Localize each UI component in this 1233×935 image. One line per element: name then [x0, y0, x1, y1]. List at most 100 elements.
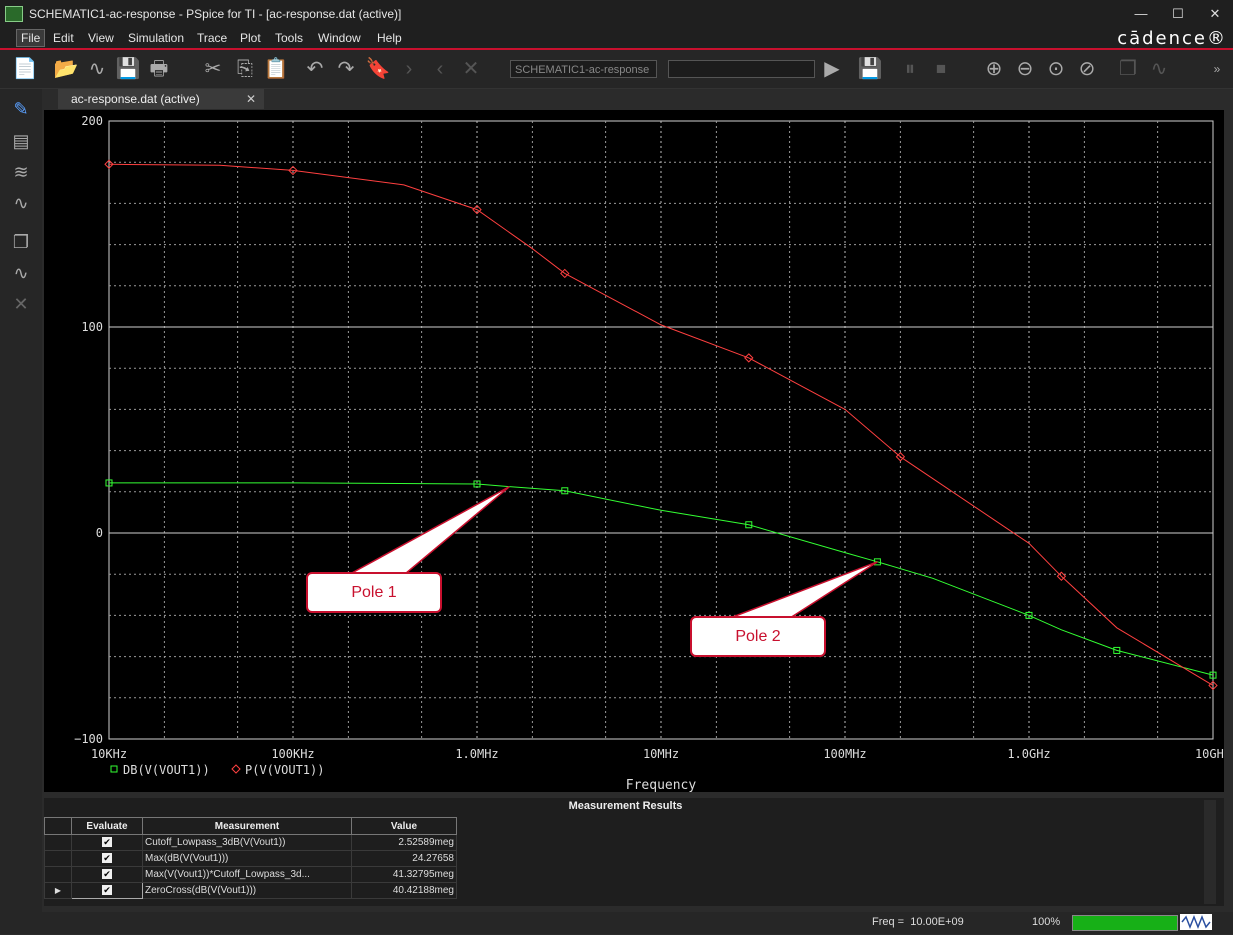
app-icon — [5, 6, 23, 22]
tab-ac-response[interactable]: ac-response.dat (active) ✕ — [58, 89, 264, 109]
status-bar: Freq = 10.00E+09 100% — [0, 912, 1233, 934]
x-tick-label: 100KHz — [271, 747, 314, 761]
column-header-blank — [456, 817, 1206, 835]
save-results-icon[interactable]: 💾 — [857, 56, 883, 82]
x-tick-label: 1.0GHz — [1007, 747, 1050, 761]
new-file-icon[interactable]: 📄 — [12, 56, 38, 82]
cursor-icon[interactable]: ∿ — [8, 263, 34, 289]
menu-trace[interactable]: Trace — [197, 31, 227, 45]
table-row[interactable]: ✔ Max(V(Vout1))*Cutoff_Lowpass_3d... 41.… — [44, 866, 1206, 883]
simulation-profile-field[interactable]: SCHEMATIC1-ac-response — [510, 60, 657, 78]
menu-tools[interactable]: Tools — [275, 31, 303, 45]
y-tick-label: 100 — [81, 320, 103, 334]
measurement-scrollbar[interactable] — [1204, 800, 1216, 904]
zoom-fit-icon[interactable]: ⊙ — [1043, 56, 1069, 82]
freq-label: Freq = — [872, 916, 905, 928]
tab-label: ac-response.dat (active) — [71, 92, 200, 106]
copy-window-icon[interactable]: ❐ — [1115, 56, 1141, 82]
x-tick-label: 10KHz — [91, 747, 127, 761]
measurement-table: Evaluate Measurement Value ✔ Cutoff_Lowp… — [44, 817, 1206, 899]
cut-icon[interactable]: ✂ — [200, 56, 226, 82]
open-folder-icon[interactable]: 📂 — [53, 56, 79, 82]
x-tick-label: 1.0MHz — [455, 747, 498, 761]
stop-icon[interactable]: ⏹ — [928, 56, 954, 82]
menu-file[interactable]: File — [16, 29, 46, 47]
delete-trace-icon[interactable]: ✕ — [8, 294, 34, 320]
window-title: SCHEMATIC1-ac-response - PSpice for TI -… — [29, 7, 402, 21]
windows-icon[interactable]: ❐ — [8, 232, 34, 258]
measurement-icon[interactable]: ∿ — [8, 193, 34, 219]
pause-icon[interactable]: ⏸ — [897, 56, 923, 82]
waveform-toggle-icon[interactable] — [1180, 914, 1212, 930]
menu-help[interactable]: Help — [377, 31, 402, 45]
measurement-cell[interactable]: Max(dB(V(Vout1))) — [142, 850, 352, 867]
x-tick-label: 10MHz — [643, 747, 679, 761]
prev-bookmark-icon[interactable]: ‹ — [427, 56, 453, 82]
value-cell: 41.32795meg — [351, 866, 457, 883]
measurement-cell[interactable]: Cutoff_Lowpass_3dB(V(Vout1)) — [142, 834, 352, 851]
simulation-messages-icon[interactable]: ≋ — [8, 162, 34, 188]
y-tick-label: 0 — [96, 526, 103, 540]
tab-close-icon[interactable]: ✕ — [246, 89, 256, 109]
pole-1-callout: Pole 1 — [306, 572, 442, 613]
paste-icon[interactable]: 📋 — [263, 56, 289, 82]
table-row[interactable]: ✔ Max(dB(V(Vout1))) 24.27658 — [44, 850, 1206, 867]
evaluate-checkbox[interactable]: ✔ — [102, 869, 112, 879]
open-waveform-icon[interactable]: ∿ — [84, 56, 110, 82]
simulation-progress-bar — [1072, 915, 1178, 931]
minimize-button[interactable]: — — [1126, 4, 1156, 24]
menu-window[interactable]: Window — [318, 31, 361, 45]
x-axis-label: Frequency — [626, 778, 697, 792]
pole-2-pointer — [729, 561, 878, 619]
bookmark-icon[interactable]: 🔖 — [365, 56, 391, 82]
maximize-button[interactable]: ☐ — [1163, 4, 1193, 24]
run-icon[interactable]: ▶ — [819, 56, 845, 82]
measurement-cell[interactable]: Max(V(Vout1))*Cutoff_Lowpass_3d... — [142, 866, 352, 883]
zoom-area-icon[interactable]: ⊘ — [1074, 56, 1100, 82]
menu-view[interactable]: View — [88, 31, 114, 45]
save-icon[interactable]: 💾 — [115, 56, 141, 82]
column-header-evaluate[interactable]: Evaluate — [71, 817, 143, 835]
simulation-progress-field — [668, 60, 815, 78]
add-plot-icon[interactable]: ∿ — [1146, 56, 1172, 82]
column-header-measurement[interactable]: Measurement — [142, 817, 352, 835]
undo-icon[interactable]: ↶ — [302, 56, 328, 82]
table-row[interactable]: ▶ ✔ ZeroCross(dB(V(Vout1))) 40.42188meg — [44, 882, 1206, 899]
plot-window[interactable]: 200 100 0 −100 10KHz 100KHz 1.0MHz 10MHz 100MHz 1… — [44, 110, 1231, 793]
measurement-cell[interactable]: ZeroCross(dB(V(Vout1))) — [142, 882, 352, 899]
row-selector[interactable] — [44, 850, 72, 867]
toolbar-overflow-icon[interactable]: » — [1204, 56, 1230, 82]
print-icon[interactable]: 🖶 — [146, 56, 172, 82]
clear-bookmarks-icon[interactable]: ✕ — [458, 56, 484, 82]
current-row-arrow-icon[interactable]: ▶ — [44, 882, 72, 899]
zoom-in-icon[interactable]: ⊕ — [981, 56, 1007, 82]
menu-edit[interactable]: Edit — [53, 31, 74, 45]
y-tick-label: −100 — [74, 732, 103, 746]
measurement-results-panel: Measurement Results Evaluate Measurement… — [44, 798, 1224, 906]
measurement-results-title: Measurement Results — [568, 800, 683, 812]
close-button[interactable]: ✕ — [1200, 4, 1230, 24]
column-header-value[interactable]: Value — [351, 817, 457, 835]
cadence-logo: cādence® — [1117, 28, 1227, 49]
row-selector[interactable] — [44, 834, 72, 851]
evaluate-checkbox[interactable]: ✔ — [102, 837, 112, 847]
legend-marker — [110, 765, 118, 773]
probe-icon[interactable]: ✎ — [8, 99, 34, 125]
evaluate-checkbox[interactable]: ✔ — [102, 853, 112, 863]
redo-icon[interactable]: ↷ — [333, 56, 359, 82]
legend-marker — [231, 764, 241, 774]
value-cell: 24.27658 — [351, 850, 457, 867]
next-bookmark-icon[interactable]: › — [396, 56, 422, 82]
zoom-out-icon[interactable]: ⊖ — [1012, 56, 1038, 82]
x-tick-label: 10GHz — [1195, 747, 1224, 761]
output-file-icon[interactable]: ▤ — [8, 131, 34, 157]
x-tick-label: 100MHz — [823, 747, 866, 761]
waveform-plot[interactable]: 200 100 0 −10010KHz 100KHz 1.0MHz 10MHz 100MHz 1… — [44, 110, 1231, 793]
evaluate-checkbox[interactable]: ✔ — [102, 885, 112, 895]
table-row[interactable]: ✔ Cutoff_Lowpass_3dB(V(Vout1)) 2.52589me… — [44, 834, 1206, 851]
menu-plot[interactable]: Plot — [240, 31, 261, 45]
copy-icon[interactable]: ⎘ — [232, 56, 258, 82]
row-selector[interactable] — [44, 866, 72, 883]
document-tabs: ac-response.dat (active) ✕ — [42, 89, 1233, 109]
menu-simulation[interactable]: Simulation — [128, 31, 184, 45]
